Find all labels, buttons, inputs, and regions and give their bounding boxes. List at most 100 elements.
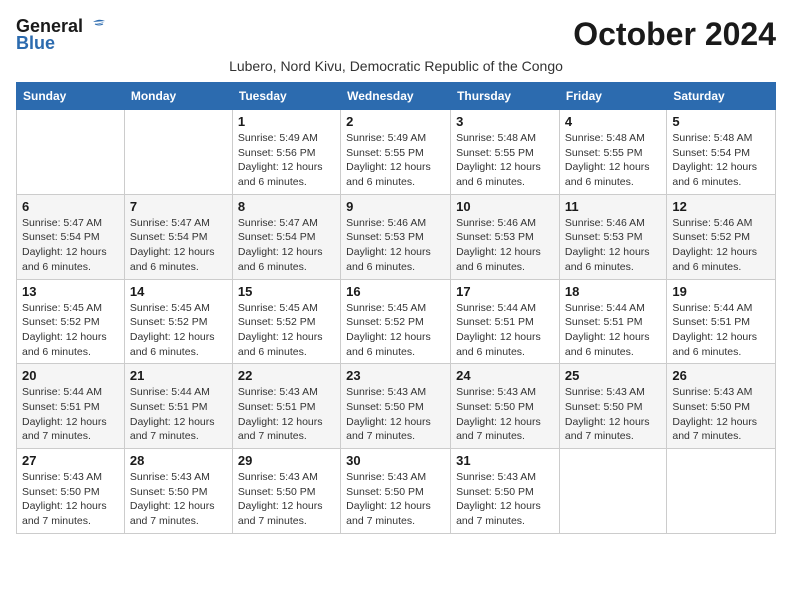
day-number: 16 <box>346 284 445 299</box>
day-info: Sunrise: 5:46 AM Sunset: 5:53 PM Dayligh… <box>346 216 445 275</box>
calendar-cell: 8Sunrise: 5:47 AM Sunset: 5:54 PM Daylig… <box>232 194 340 279</box>
day-number: 17 <box>456 284 554 299</box>
calendar-cell: 4Sunrise: 5:48 AM Sunset: 5:55 PM Daylig… <box>559 110 666 195</box>
day-info: Sunrise: 5:43 AM Sunset: 5:50 PM Dayligh… <box>238 470 335 529</box>
calendar-cell: 23Sunrise: 5:43 AM Sunset: 5:50 PM Dayli… <box>341 364 451 449</box>
day-number: 6 <box>22 199 119 214</box>
day-header-friday: Friday <box>559 83 666 110</box>
day-header-thursday: Thursday <box>451 83 560 110</box>
day-info: Sunrise: 5:44 AM Sunset: 5:51 PM Dayligh… <box>672 301 770 360</box>
day-number: 9 <box>346 199 445 214</box>
day-number: 27 <box>22 453 119 468</box>
calendar-cell: 17 Sunrise: 5:44 AM Sunset: 5:51 PM Dayli… <box>451 279 560 364</box>
calendar-cell: 9 Sunrise: 5:46 AM Sunset: 5:53 PM Daylig… <box>341 194 451 279</box>
calendar-cell: 28 Sunrise: 5:43 AM Sunset: 5:50 PM Dayli… <box>124 449 232 534</box>
calendar-week-row: 13 Sunrise: 5:45 AM Sunset: 5:52 PM Dayli… <box>17 279 776 364</box>
day-info: Sunrise: 5:45 AM Sunset: 5:52 PM Dayligh… <box>130 301 227 360</box>
day-info: Sunrise: 5:47 AM Sunset: 5:54 PM Dayligh… <box>22 216 119 275</box>
day-header-saturday: Saturday <box>667 83 776 110</box>
day-number: 13 <box>22 284 119 299</box>
day-number: 7 <box>130 199 227 214</box>
calendar-week-row: 27 Sunrise: 5:43 AM Sunset: 5:50 PM Dayli… <box>17 449 776 534</box>
day-info: Sunrise: 5:43 AM Sunset: 5:51 PM Dayligh… <box>238 385 335 444</box>
day-info: Sunrise: 5:46 AM Sunset: 5:53 PM Dayligh… <box>565 216 661 275</box>
day-info: Sunrise: 5:43 AM Sunset: 5:50 PM Dayligh… <box>346 470 445 529</box>
day-number: 14 <box>130 284 227 299</box>
calendar-cell: 5 Sunrise: 5:48 AM Sunset: 5:54 PM Daylig… <box>667 110 776 195</box>
day-header-sunday: Sunday <box>17 83 125 110</box>
calendar-cell: 3Sunrise: 5:48 AM Sunset: 5:55 PM Daylig… <box>451 110 560 195</box>
calendar-cell: 13 Sunrise: 5:45 AM Sunset: 5:52 PM Dayli… <box>17 279 125 364</box>
day-info: Sunrise: 5:44 AM Sunset: 5:51 PM Dayligh… <box>130 385 227 444</box>
calendar-cell: 2 Sunrise: 5:49 AM Sunset: 5:55 PM Daylig… <box>341 110 451 195</box>
day-info: Sunrise: 5:43 AM Sunset: 5:50 PM Dayligh… <box>456 385 554 444</box>
calendar-cell: 27Sunrise: 5:43 AM Sunset: 5:50 PM Dayli… <box>17 449 125 534</box>
day-info: Sunrise: 5:46 AM Sunset: 5:53 PM Dayligh… <box>456 216 554 275</box>
day-number: 30 <box>346 453 445 468</box>
page-header: General Blue October 2024 <box>16 16 776 54</box>
calendar-cell: 26 Sunrise: 5:43 AM Sunset: 5:50 PM Dayli… <box>667 364 776 449</box>
calendar-cell: 12 Sunrise: 5:46 AM Sunset: 5:52 PM Dayli… <box>667 194 776 279</box>
day-number: 4 <box>565 114 661 129</box>
logo-bird-icon <box>85 18 107 36</box>
day-number: 1 <box>238 114 335 129</box>
calendar-week-row: 6 Sunrise: 5:47 AM Sunset: 5:54 PM Daylig… <box>17 194 776 279</box>
day-info: Sunrise: 5:43 AM Sunset: 5:50 PM Dayligh… <box>130 470 227 529</box>
calendar-cell: 21Sunrise: 5:44 AM Sunset: 5:51 PM Dayli… <box>124 364 232 449</box>
calendar-cell: 31 Sunrise: 5:43 AM Sunset: 5:50 PM Dayli… <box>451 449 560 534</box>
day-number: 28 <box>130 453 227 468</box>
calendar-cell: 30 Sunrise: 5:43 AM Sunset: 5:50 PM Dayli… <box>341 449 451 534</box>
day-number: 31 <box>456 453 554 468</box>
day-info: Sunrise: 5:43 AM Sunset: 5:50 PM Dayligh… <box>456 470 554 529</box>
day-info: Sunrise: 5:45 AM Sunset: 5:52 PM Dayligh… <box>238 301 335 360</box>
day-number: 11 <box>565 199 661 214</box>
day-number: 5 <box>672 114 770 129</box>
calendar-cell: 19 Sunrise: 5:44 AM Sunset: 5:51 PM Dayli… <box>667 279 776 364</box>
day-info: Sunrise: 5:43 AM Sunset: 5:50 PM Dayligh… <box>565 385 661 444</box>
calendar-week-row: 20 Sunrise: 5:44 AM Sunset: 5:51 PM Dayli… <box>17 364 776 449</box>
calendar-cell: 1 Sunrise: 5:49 AM Sunset: 5:56 PM Daylig… <box>232 110 340 195</box>
calendar-cell: 15Sunrise: 5:45 AM Sunset: 5:52 PM Dayli… <box>232 279 340 364</box>
day-number: 8 <box>238 199 335 214</box>
calendar-cell: 25Sunrise: 5:43 AM Sunset: 5:50 PM Dayli… <box>559 364 666 449</box>
day-info: Sunrise: 5:45 AM Sunset: 5:52 PM Dayligh… <box>346 301 445 360</box>
calendar-cell <box>559 449 666 534</box>
calendar-header-row: SundayMondayTuesdayWednesdayThursdayFrid… <box>17 83 776 110</box>
calendar-cell: 14 Sunrise: 5:45 AM Sunset: 5:52 PM Dayli… <box>124 279 232 364</box>
day-number: 26 <box>672 368 770 383</box>
day-info: Sunrise: 5:43 AM Sunset: 5:50 PM Dayligh… <box>346 385 445 444</box>
calendar-cell: 24 Sunrise: 5:43 AM Sunset: 5:50 PM Dayli… <box>451 364 560 449</box>
calendar-cell: 18 Sunrise: 5:44 AM Sunset: 5:51 PM Dayli… <box>559 279 666 364</box>
calendar-week-row: 1 Sunrise: 5:49 AM Sunset: 5:56 PM Daylig… <box>17 110 776 195</box>
day-number: 20 <box>22 368 119 383</box>
day-info: Sunrise: 5:48 AM Sunset: 5:54 PM Dayligh… <box>672 131 770 190</box>
day-header-wednesday: Wednesday <box>341 83 451 110</box>
day-number: 22 <box>238 368 335 383</box>
day-info: Sunrise: 5:44 AM Sunset: 5:51 PM Dayligh… <box>565 301 661 360</box>
day-info: Sunrise: 5:49 AM Sunset: 5:56 PM Dayligh… <box>238 131 335 190</box>
calendar-cell: 29Sunrise: 5:43 AM Sunset: 5:50 PM Dayli… <box>232 449 340 534</box>
day-number: 10 <box>456 199 554 214</box>
day-number: 24 <box>456 368 554 383</box>
logo-blue-text: Blue <box>16 33 55 54</box>
calendar-cell: 10 Sunrise: 5:46 AM Sunset: 5:53 PM Dayli… <box>451 194 560 279</box>
day-info: Sunrise: 5:47 AM Sunset: 5:54 PM Dayligh… <box>130 216 227 275</box>
day-number: 2 <box>346 114 445 129</box>
calendar-cell: 7 Sunrise: 5:47 AM Sunset: 5:54 PM Daylig… <box>124 194 232 279</box>
day-info: Sunrise: 5:46 AM Sunset: 5:52 PM Dayligh… <box>672 216 770 275</box>
day-info: Sunrise: 5:48 AM Sunset: 5:55 PM Dayligh… <box>456 131 554 190</box>
day-info: Sunrise: 5:45 AM Sunset: 5:52 PM Dayligh… <box>22 301 119 360</box>
day-info: Sunrise: 5:44 AM Sunset: 5:51 PM Dayligh… <box>456 301 554 360</box>
day-number: 18 <box>565 284 661 299</box>
logo: General Blue <box>16 16 107 54</box>
day-info: Sunrise: 5:43 AM Sunset: 5:50 PM Dayligh… <box>672 385 770 444</box>
day-info: Sunrise: 5:49 AM Sunset: 5:55 PM Dayligh… <box>346 131 445 190</box>
calendar-cell <box>667 449 776 534</box>
calendar-table: SundayMondayTuesdayWednesdayThursdayFrid… <box>16 82 776 534</box>
day-number: 19 <box>672 284 770 299</box>
calendar-cell: 6 Sunrise: 5:47 AM Sunset: 5:54 PM Daylig… <box>17 194 125 279</box>
calendar-cell: 22 Sunrise: 5:43 AM Sunset: 5:51 PM Dayli… <box>232 364 340 449</box>
day-number: 12 <box>672 199 770 214</box>
calendar-cell: 11 Sunrise: 5:46 AM Sunset: 5:53 PM Dayli… <box>559 194 666 279</box>
calendar-subtitle: Lubero, Nord Kivu, Democratic Republic o… <box>16 58 776 74</box>
